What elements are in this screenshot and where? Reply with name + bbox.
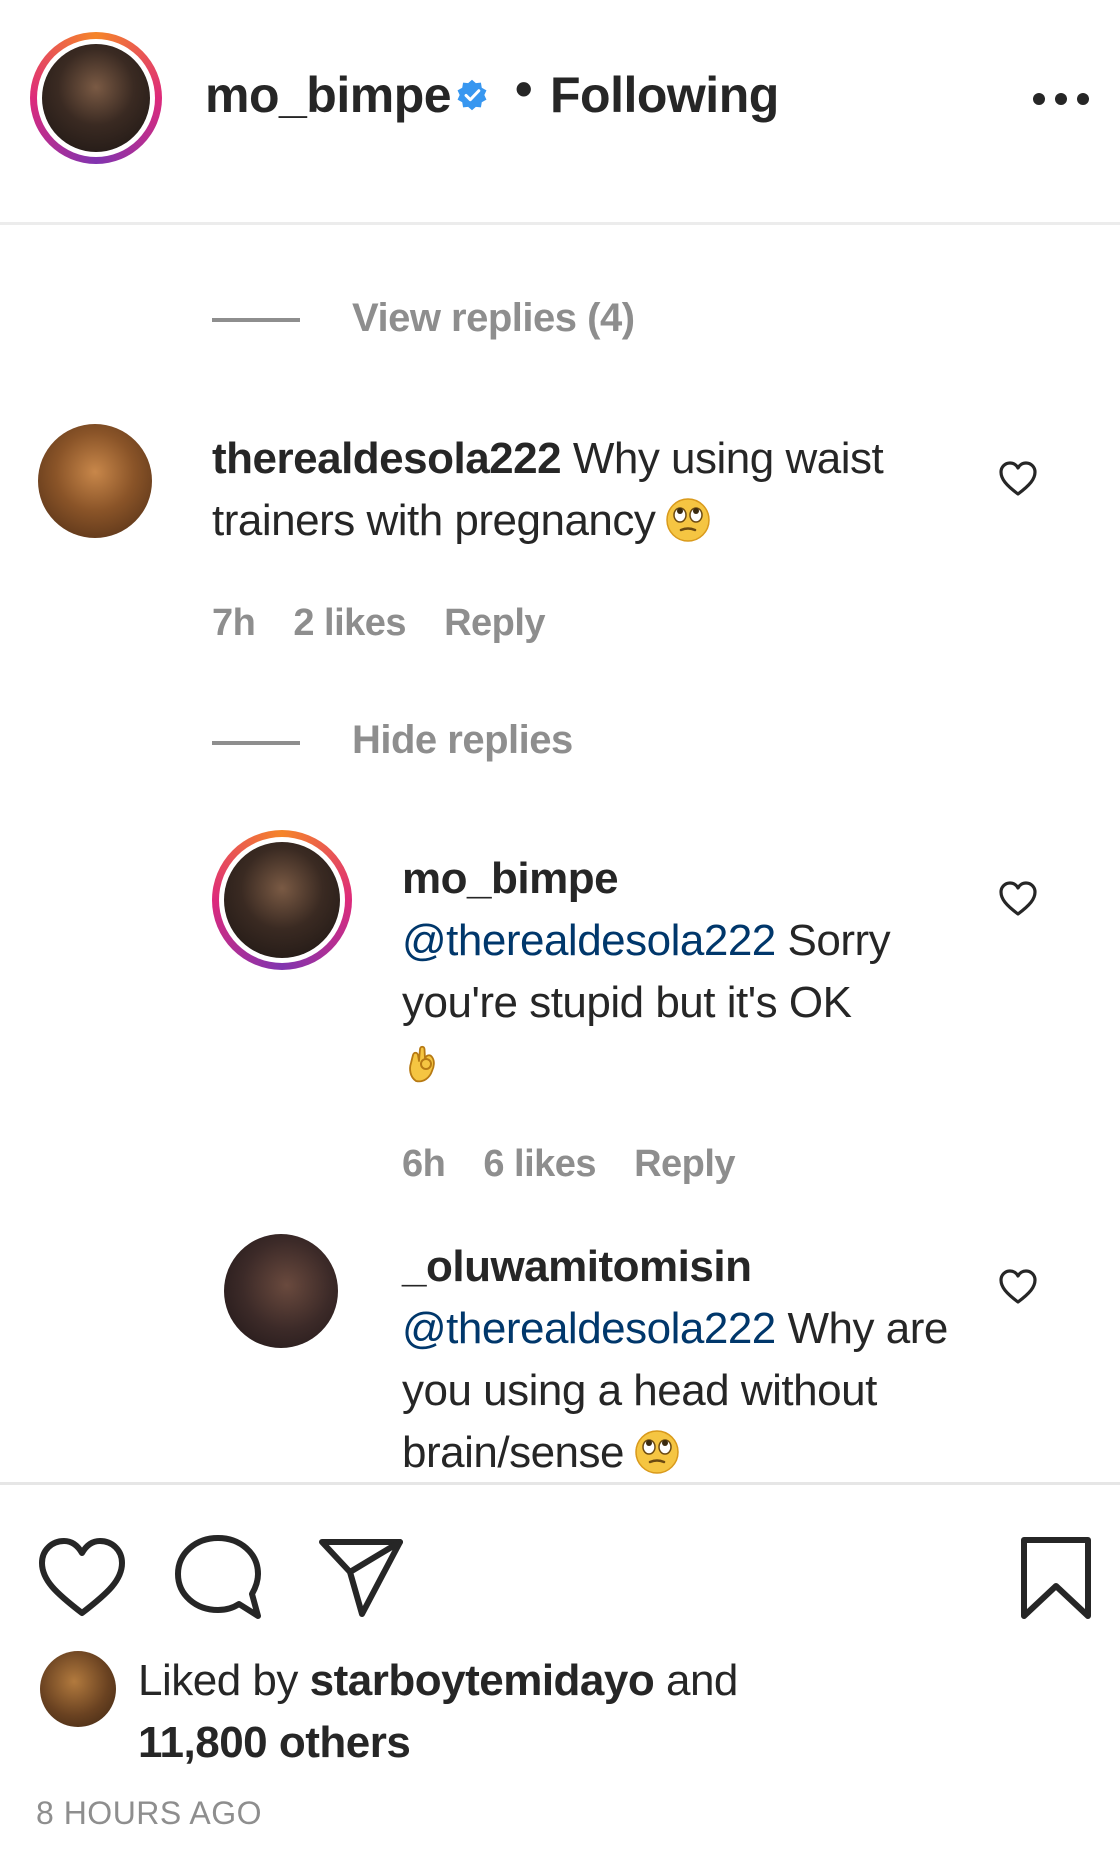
reply-mention[interactable]: @therealdesola222	[402, 1304, 776, 1353]
avatar[interactable]	[224, 1234, 338, 1348]
reply-mention[interactable]: @therealdesola222	[402, 916, 776, 965]
avatar-photo	[42, 44, 150, 152]
comment-text: therealdesola222 Why using waist trainer…	[212, 428, 952, 552]
avatar[interactable]	[38, 424, 152, 538]
comment-username[interactable]: therealdesola222	[212, 434, 562, 483]
reply-button[interactable]: Reply	[634, 1143, 735, 1185]
comment-meta: 7h 2 likes Reply	[212, 602, 583, 645]
comment-like-heart-icon[interactable]	[998, 460, 1038, 498]
reply-likes[interactable]: 6 likes	[483, 1143, 596, 1185]
view-replies-button[interactable]: View replies (4)	[352, 296, 635, 341]
comment-likes[interactable]: 2 likes	[293, 602, 406, 644]
post-timestamp: 8 HOURS AGO	[36, 1795, 262, 1831]
avatar[interactable]	[212, 830, 352, 970]
replies-line	[212, 741, 300, 745]
more-horizontal-icon[interactable]	[1030, 84, 1092, 114]
rolling-eyes-emoji-icon	[635, 1430, 679, 1474]
comment-time: 7h	[212, 602, 256, 644]
avatar[interactable]	[30, 32, 162, 164]
reply-meta: 6h 6 likes Reply	[402, 1143, 773, 1186]
heart-icon[interactable]	[36, 1535, 128, 1619]
rolling-eyes-emoji-icon	[666, 498, 711, 542]
avatar-ring-inner	[37, 39, 155, 157]
replies-line	[212, 318, 300, 322]
avatar-ring-inner	[219, 837, 345, 963]
header-username[interactable]: mo_bimpe	[205, 66, 452, 124]
reply-button[interactable]: Reply	[444, 602, 545, 644]
liked-by-text: Liked by starboytemidayo and 11,800 othe…	[138, 1650, 738, 1774]
post-header: mo_bimpe • Following	[0, 0, 1120, 220]
reply-text: mo_bimpe @therealdesola222 Sorry you're …	[402, 848, 962, 1096]
reply-like-heart-icon[interactable]	[998, 880, 1038, 918]
reply-text: _oluwamitomisin @therealdesola222 Why ar…	[402, 1236, 962, 1484]
header-separator: •	[515, 61, 533, 117]
reply-time: 6h	[402, 1143, 446, 1185]
actions-divider	[0, 1482, 1120, 1485]
verified-badge-icon	[457, 79, 487, 111]
liked-by-username[interactable]: starboytemidayo	[310, 1656, 655, 1705]
avatar[interactable]	[40, 1651, 116, 1727]
reply-username[interactable]: _oluwamitomisin	[402, 1236, 962, 1298]
following-button[interactable]: Following	[550, 66, 779, 124]
header-divider	[0, 222, 1120, 225]
ok-hand-emoji-icon	[409, 1045, 435, 1083]
comment-bubble-icon[interactable]	[172, 1532, 264, 1624]
send-paper-plane-icon[interactable]	[316, 1536, 406, 1620]
reply-username[interactable]: mo_bimpe	[402, 848, 962, 910]
bookmark-icon[interactable]	[1016, 1534, 1096, 1622]
reply-like-heart-icon[interactable]	[998, 1268, 1038, 1306]
hide-replies-button[interactable]: Hide replies	[352, 718, 573, 763]
liked-by-others[interactable]: 11,800 others	[138, 1718, 411, 1767]
liked-by-conjunction: and	[665, 1656, 738, 1705]
liked-by-prefix: Liked by	[138, 1656, 298, 1705]
avatar-photo	[224, 842, 340, 958]
